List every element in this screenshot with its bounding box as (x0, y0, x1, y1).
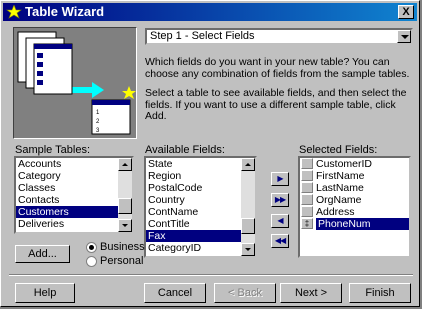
arrow-left-icon: ◀◀ (274, 236, 286, 245)
field-name: Address (316, 206, 355, 218)
remove-all-fields-button[interactable]: ◀◀ (271, 234, 289, 248)
field-name: CustomerID (316, 158, 373, 170)
available-fields-list[interactable]: State Region PostalCode Country ContName Cont… (144, 156, 257, 258)
arrow-right-icon: ▶ (277, 174, 283, 183)
list-item[interactable]: Deliveries (16, 218, 118, 230)
scroll-thumb[interactable] (118, 198, 132, 214)
sample-tables-list[interactable]: Accounts Category Classes Contacts Customers… (14, 156, 134, 234)
wizard-illustration: 1 2 3 (13, 27, 137, 139)
list-item[interactable]: ContTitle (146, 218, 241, 230)
available-fields-scrollbar[interactable] (241, 158, 255, 256)
radio-unchecked-icon (86, 255, 97, 267)
list-item[interactable]: Address (300, 206, 409, 218)
sample-tables-scrollbar[interactable] (118, 158, 132, 232)
wizard-step-combo[interactable]: Step 1 - Select Fields (145, 28, 413, 45)
field-box-icon (301, 194, 313, 205)
arrow-right-icon: ▶▶ (274, 195, 286, 204)
close-button[interactable]: X (398, 5, 414, 19)
field-marker-icon: ‡ (301, 218, 313, 229)
list-item[interactable]: Contacts (16, 194, 118, 206)
field-name: PhoneNum (316, 218, 409, 230)
add-all-fields-button[interactable]: ▶▶ (271, 193, 289, 207)
scroll-up-icon[interactable] (118, 158, 132, 171)
list-item[interactable]: ‡ PhoneNum (300, 218, 409, 230)
list-item[interactable]: OrgName (300, 194, 409, 206)
chevron-down-icon[interactable] (397, 30, 411, 43)
window-title: Table Wizard (25, 4, 105, 19)
field-box-icon (301, 206, 313, 217)
tables-illustration-icon: 1 2 3 (17, 31, 136, 135)
instructions-paragraph-2: Select a table to see available fields, … (145, 87, 407, 122)
scroll-down-icon[interactable] (241, 243, 255, 256)
list-item[interactable]: Customers (16, 206, 118, 218)
list-item[interactable]: CategoryID (146, 242, 241, 254)
personal-radio-label: Personal (100, 255, 144, 267)
instructions-paragraph-1: Which fields do you want in your new tab… (145, 56, 410, 80)
personal-radio[interactable]: Personal (86, 255, 143, 267)
list-item[interactable]: PostalCode (146, 182, 241, 194)
field-box-icon (301, 170, 313, 181)
field-box-icon (301, 158, 313, 169)
field-name: LastName (316, 182, 364, 194)
scroll-down-icon[interactable] (118, 219, 132, 232)
list-item[interactable]: LastName (300, 182, 409, 194)
list-item[interactable]: Accounts (16, 158, 118, 170)
list-item[interactable]: Classes (16, 182, 118, 194)
back-button[interactable]: < Back (214, 283, 276, 303)
selected-fields-label: Selected Fields: (299, 144, 378, 156)
scroll-thumb[interactable] (241, 218, 255, 234)
list-item[interactable]: Region (146, 170, 241, 182)
list-item[interactable]: Country (146, 194, 241, 206)
add-field-button[interactable]: ▶ (271, 172, 289, 186)
business-radio-label: Business (100, 241, 145, 253)
add-table-button[interactable]: Add... (15, 245, 70, 263)
table-wizard-window: Table Wizard X 1 2 3 Step 1 - Select Fie… (0, 0, 420, 307)
field-name: OrgName (316, 194, 362, 206)
list-item[interactable]: Category (16, 170, 118, 182)
cancel-button[interactable]: Cancel (144, 283, 206, 303)
field-name: FirstName (316, 170, 365, 182)
title-bar[interactable]: Table Wizard X (3, 3, 417, 21)
finish-button[interactable]: Finish (349, 283, 411, 303)
list-item[interactable]: State (146, 158, 241, 170)
wizard-wand-icon (6, 5, 22, 19)
list-item[interactable]: CustomerID (300, 158, 409, 170)
next-button[interactable]: Next > (280, 283, 342, 303)
selected-fields-list[interactable]: CustomerID FirstName LastName OrgName Addres… (298, 156, 411, 258)
wizard-step-value: Step 1 - Select Fields (150, 30, 255, 42)
scroll-up-icon[interactable] (241, 158, 255, 171)
arrow-left-icon: ◀ (277, 216, 283, 225)
list-item[interactable]: ContName (146, 206, 241, 218)
radio-checked-icon (86, 241, 97, 253)
remove-field-button[interactable]: ◀ (271, 214, 289, 228)
list-item[interactable]: Fax (146, 230, 241, 242)
business-radio[interactable]: Business (86, 241, 145, 253)
list-item[interactable]: FirstName (300, 170, 409, 182)
sample-tables-label: Sample Tables: (15, 144, 91, 156)
available-fields-label: Available Fields: (145, 144, 225, 156)
help-button[interactable]: Help (15, 283, 75, 303)
footer-separator (9, 274, 413, 276)
field-box-icon (301, 182, 313, 193)
